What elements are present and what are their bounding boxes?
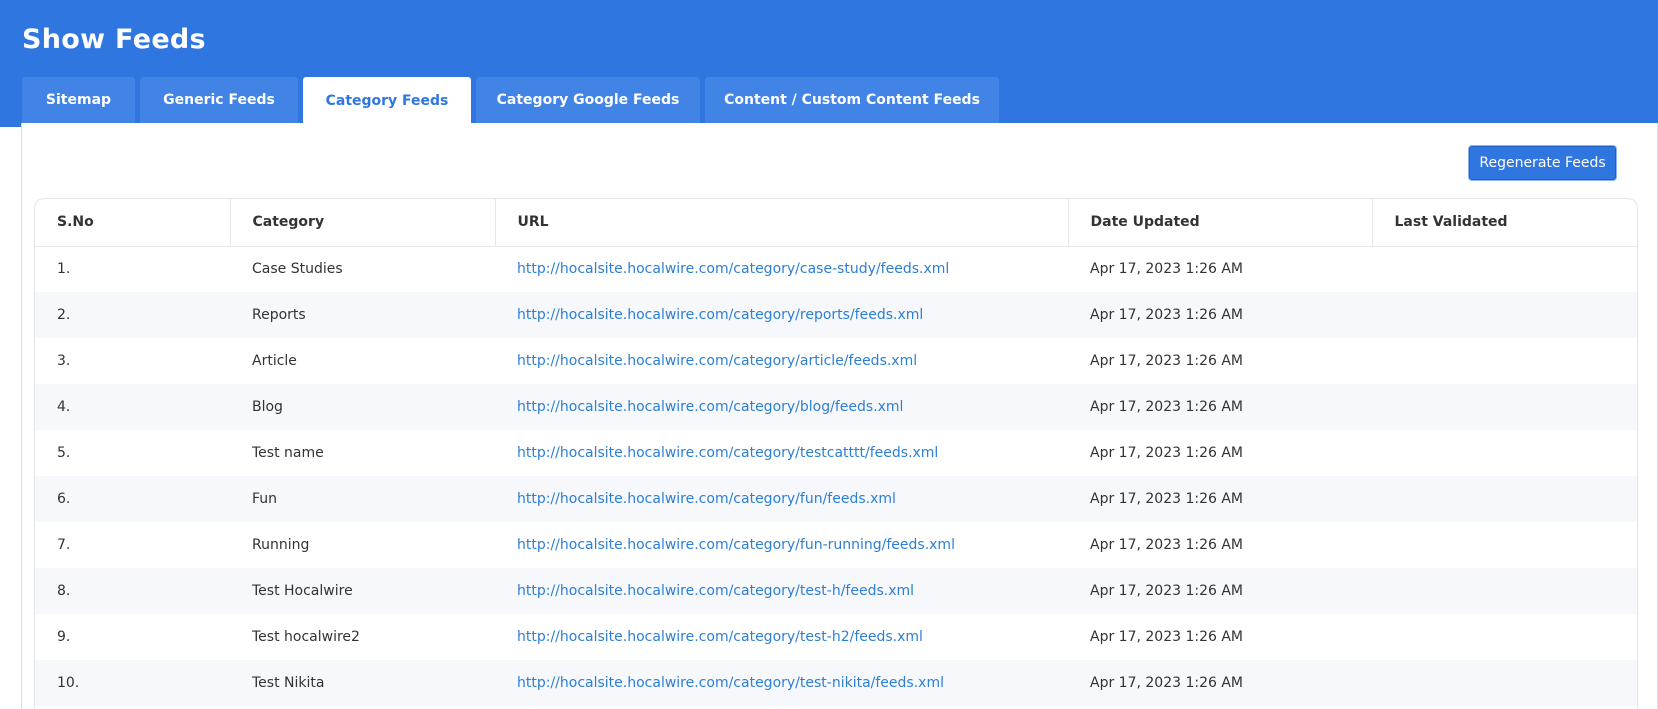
table-row: 8. Test Hocalwire http://hocalsite.hocalwi… xyxy=(35,568,1637,614)
feed-url-link[interactable]: http://hocalsite.hocalwire.com/category/… xyxy=(517,675,944,691)
cell-date-updated: Apr 17, 2023 1:26 AM xyxy=(1090,629,1244,645)
cell-sno: 6. xyxy=(57,491,71,507)
table-row: 7. Running http://hocalsite.hocalwire.com/… xyxy=(35,522,1637,568)
tab-content-custom-content-feeds[interactable]: Content / Custom Content Feeds xyxy=(705,77,999,123)
cell-url: http://hocalsite.hocalwire.com/category/… xyxy=(495,522,1068,568)
feed-url-link[interactable]: http://hocalsite.hocalwire.com/category/… xyxy=(517,353,917,369)
cell-sno: 1. xyxy=(57,261,71,278)
tab-sitemap[interactable]: Sitemap xyxy=(22,77,135,123)
table-row: 5. Test name http://hocalsite.hocalwire.co… xyxy=(35,430,1637,476)
feed-url-link[interactable]: http://hocalsite.hocalwire.com/category/… xyxy=(517,537,955,553)
table-row: 9. Test hocalwire2 http://hocalsite.hocalw… xyxy=(35,614,1637,660)
cell-last-validated xyxy=(1372,476,1637,522)
page-title: Show Feeds xyxy=(22,24,206,55)
cell-category: Case Studies xyxy=(252,261,343,278)
cell-url: http://hocalsite.hocalwire.com/category/… xyxy=(495,476,1068,522)
column-header-sno: S.No xyxy=(35,199,231,247)
cell-last-validated xyxy=(1372,568,1637,614)
cell-url: http://hocalsite.hocalwire.com/category/… xyxy=(495,246,1068,292)
feeds-table-container: S.No Category URL Date Updated Last Vali… xyxy=(34,198,1638,709)
cell-sno: 5. xyxy=(57,445,71,461)
cell-date-updated: Apr 17, 2023 1:26 AM xyxy=(1090,399,1244,415)
cell-category: Test hocalwire2 xyxy=(252,629,360,645)
cell-url: http://hocalsite.hocalwire.com/category/… xyxy=(495,614,1068,660)
cell-url: http://hocalsite.hocalwire.com/category/… xyxy=(495,430,1068,476)
feeds-table: S.No Category URL Date Updated Last Vali… xyxy=(35,199,1637,706)
cell-category: Test name xyxy=(252,445,324,461)
cell-last-validated xyxy=(1372,384,1637,430)
table-row: 4. Blog http://hocalsite.hocalwire.com/cat… xyxy=(35,384,1637,430)
table-row: 3. Article http://hocalsite.hocalwire.com/… xyxy=(35,338,1637,384)
cell-url: http://hocalsite.hocalwire.com/category/… xyxy=(495,338,1068,384)
cell-last-validated xyxy=(1372,430,1637,476)
table-row: 2. Reports http://hocalsite.hocalwire.com/… xyxy=(35,292,1637,338)
cell-last-validated xyxy=(1372,338,1637,384)
column-header-category: Category xyxy=(230,199,496,247)
feed-url-link[interactable]: http://hocalsite.hocalwire.com/category/… xyxy=(517,583,914,599)
column-header-url: URL xyxy=(495,199,1069,247)
cell-date-updated: Apr 17, 2023 1:26 AM xyxy=(1090,307,1244,323)
feed-url-link[interactable]: http://hocalsite.hocalwire.com/category/… xyxy=(517,629,923,645)
feed-url-link[interactable]: http://hocalsite.hocalwire.com/category/… xyxy=(517,399,903,415)
column-header-last-validated: Last Validated xyxy=(1372,199,1637,247)
tab-category-google-feeds[interactable]: Category Google Feeds xyxy=(476,77,700,123)
feed-url-link[interactable]: http://hocalsite.hocalwire.com/category/… xyxy=(517,261,949,277)
cell-sno: 8. xyxy=(57,583,71,599)
table-row: 6. Fun http://hocalsite.hocalwire.com/cate… xyxy=(35,476,1637,522)
cell-date-updated: Apr 17, 2023 1:26 AM xyxy=(1090,537,1244,553)
cell-last-validated xyxy=(1372,292,1637,338)
feed-url-link[interactable]: http://hocalsite.hocalwire.com/category/… xyxy=(517,491,896,507)
cell-category: Blog xyxy=(252,399,283,415)
table-row: 10. Test Nikita http://hocalsite.hocalwire… xyxy=(35,660,1637,706)
cell-category: Test Nikita xyxy=(252,675,325,691)
feed-tabs: Sitemap Generic Feeds Category Feeds Cat… xyxy=(22,77,1004,124)
cell-last-validated xyxy=(1372,660,1637,706)
cell-last-validated xyxy=(1372,614,1637,660)
cell-category: Article xyxy=(252,353,297,369)
table-header-row: S.No Category URL Date Updated Last Vali… xyxy=(35,199,1637,247)
cell-sno: 10. xyxy=(57,675,80,691)
cell-date-updated: Apr 17, 2023 1:26 AM xyxy=(1090,261,1244,278)
regenerate-feeds-button[interactable]: Regenerate Feeds xyxy=(1469,146,1616,180)
table-row: 1. Case Studies http://hocalsite.hocalwire… xyxy=(35,246,1637,292)
feed-url-link[interactable]: http://hocalsite.hocalwire.com/category/… xyxy=(517,445,938,461)
cell-date-updated: Apr 17, 2023 1:26 AM xyxy=(1090,675,1244,691)
cell-sno: 4. xyxy=(57,399,71,415)
cell-url: http://hocalsite.hocalwire.com/category/… xyxy=(495,568,1068,614)
cell-last-validated xyxy=(1372,522,1637,568)
cell-last-validated xyxy=(1372,246,1637,292)
tab-category-feeds[interactable]: Category Feeds xyxy=(303,77,471,124)
cell-sno: 9. xyxy=(57,629,71,645)
cell-url: http://hocalsite.hocalwire.com/category/… xyxy=(495,292,1068,338)
feed-url-link[interactable]: http://hocalsite.hocalwire.com/category/… xyxy=(517,307,923,323)
cell-url: http://hocalsite.hocalwire.com/category/… xyxy=(495,660,1068,706)
cell-sno: 3. xyxy=(57,353,71,369)
cell-sno: 2. xyxy=(57,307,71,323)
tab-generic-feeds[interactable]: Generic Feeds xyxy=(140,77,298,123)
column-header-date-updated: Date Updated xyxy=(1068,199,1373,247)
cell-url: http://hocalsite.hocalwire.com/category/… xyxy=(495,384,1068,430)
cell-date-updated: Apr 17, 2023 1:26 AM xyxy=(1090,353,1244,369)
cell-category: Test Hocalwire xyxy=(252,583,353,599)
cell-category: Fun xyxy=(252,491,278,507)
cell-date-updated: Apr 17, 2023 1:26 AM xyxy=(1090,491,1244,507)
cell-date-updated: Apr 17, 2023 1:26 AM xyxy=(1090,445,1244,461)
cell-category: Reports xyxy=(252,307,306,323)
cell-category: Running xyxy=(252,537,310,553)
cell-sno: 7. xyxy=(57,537,71,553)
header-bar: Show Feeds Sitemap Generic Feeds Categor… xyxy=(0,0,1658,127)
cell-date-updated: Apr 17, 2023 1:26 AM xyxy=(1090,583,1244,599)
